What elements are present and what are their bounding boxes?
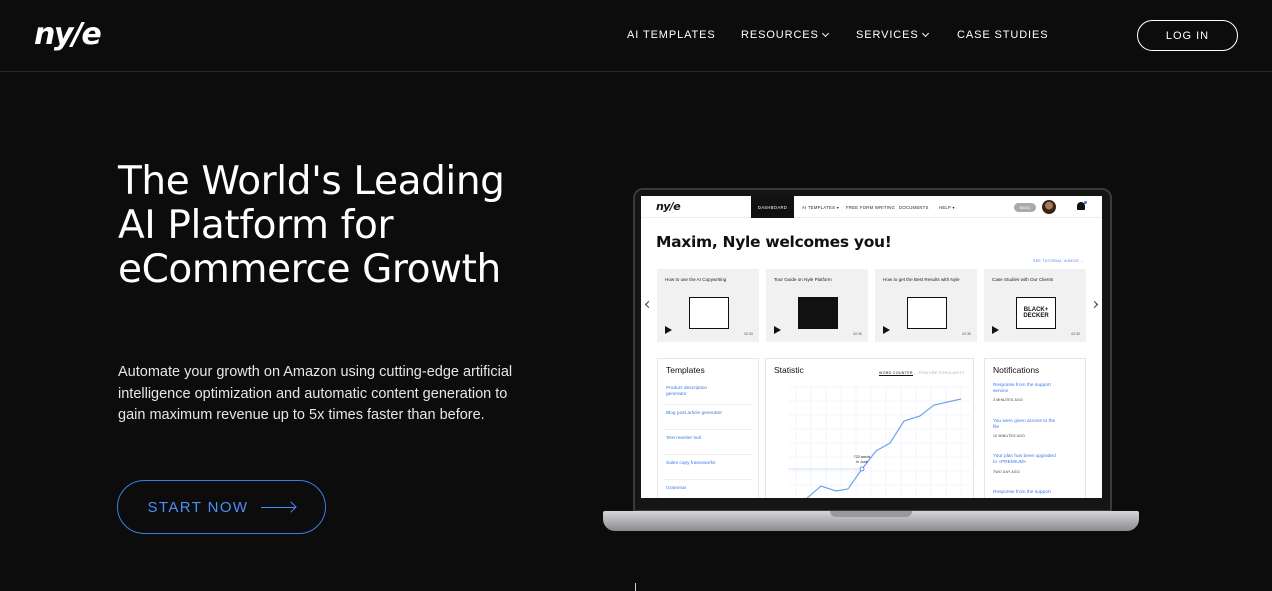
templates-title: Templates (666, 365, 705, 375)
chart-point (859, 466, 865, 472)
notification-item: Response from the support service (993, 383, 1051, 394)
divider (664, 429, 752, 430)
video-card-title: Tour Guide on Nyle Platform (774, 277, 832, 282)
nyle-logo[interactable]: ny/e (34, 18, 102, 52)
video-duration: 02:30 (853, 332, 862, 336)
notification-item: Response from the support (993, 490, 1051, 495)
notification-time: 10 MINUTES AGO (993, 434, 1025, 438)
dashboard-tab-free-form: FREE FORM WRITING (846, 204, 896, 210)
video-duration: 02:30 (1071, 332, 1080, 336)
play-icon (774, 326, 781, 334)
arrow-right-icon (261, 506, 296, 508)
video-card-title: How to use the AI Copywriting (665, 277, 727, 282)
statistic-title: Statistic (774, 365, 804, 375)
template-item: Blog post article generator (666, 411, 722, 416)
video-duration: 02:30 (962, 332, 971, 336)
video-card-title: How to get the Best Results with Nyle (883, 277, 960, 282)
nav-resources-label: RESOURCES (741, 29, 819, 41)
laptop-notch (830, 511, 912, 517)
chevron-left-icon (644, 300, 653, 309)
dashboard-tab-dashboard: DASHBOARD (751, 196, 794, 218)
notification-item: Your plan has been upgraded to «PREMIUM» (993, 454, 1056, 465)
dashboard-nav: ny/e DASHBOARD AI TEMPLATES ▾ FREE FORM … (641, 196, 1102, 218)
nav-resources[interactable]: RESOURCES (741, 29, 829, 41)
nav-services[interactable]: SERVICES (856, 29, 929, 41)
play-icon (665, 326, 672, 334)
video-duration: 02:30 (744, 332, 753, 336)
login-button[interactable]: LOG IN (1137, 20, 1238, 51)
notification-time: TWO DAY AGO (993, 470, 1020, 474)
top-nav-bar: ny/e AI TEMPLATES RESOURCES SERVICES CAS… (0, 0, 1272, 72)
dashboard-tab-ai-templates: AI TEMPLATES ▾ (802, 204, 840, 210)
black-decker-logo: BLACK+ DECKER (1016, 297, 1056, 329)
dashboard-screenshot: ny/e DASHBOARD AI TEMPLATES ▾ FREE FORM … (641, 196, 1102, 498)
templates-panel: Templates Product description generator … (657, 358, 759, 498)
statistic-panel: Statistic WORD COUNTER FEATURE POPULARIT… (765, 358, 974, 498)
chevron-down-icon (821, 29, 829, 37)
video-thumbnail (798, 297, 838, 329)
dashboard-welcome-title: Maxim, Nyle welcomes you! (656, 233, 892, 251)
scroll-indicator (635, 583, 636, 591)
chevron-down-icon (921, 29, 929, 37)
divider (664, 479, 752, 480)
dashboard-tab-help: HELP ▾ (939, 204, 955, 210)
play-icon (883, 326, 890, 334)
template-item: Sales copy frameworks (666, 461, 716, 466)
template-item: Grammar (666, 486, 687, 491)
divider (664, 404, 752, 405)
video-card: How to get the Best Results with Nyle 02… (875, 269, 977, 342)
notifications-panel: Notifications Response from the support … (984, 358, 1086, 498)
video-card-title: Case Studies with Our Clients (992, 277, 1054, 282)
video-card: Tour Guide on Nyle Platform 02:30 (766, 269, 868, 342)
template-item: Product description generator (666, 386, 708, 397)
start-now-label: START NOW (147, 498, 249, 516)
hero-subtitle: Automate your growth on Amazon using cut… (118, 364, 513, 423)
notification-dot (1084, 201, 1087, 204)
nav-ai-templates[interactable]: AI TEMPLATES (627, 29, 716, 41)
notifications-title: Notifications (993, 365, 1040, 375)
video-thumbnail (689, 297, 729, 329)
dashboard-tab-documents: DOCUMENTS (899, 204, 929, 210)
plan-badge: BASIC (1014, 203, 1036, 212)
nav-ai-templates-label: AI TEMPLATES (627, 29, 716, 41)
word-counter-chart (788, 385, 971, 498)
nav-services-label: SERVICES (856, 29, 919, 41)
nav-case-studies[interactable]: CASE STUDIES (957, 29, 1049, 41)
video-card: How to use the AI Copywriting 02:30 (657, 269, 759, 342)
stat-tab-word-counter: WORD COUNTER (879, 371, 913, 376)
chart-tooltip: 722 words in June (853, 455, 871, 464)
video-thumbnail (907, 297, 947, 329)
chevron-right-icon (1090, 300, 1099, 309)
stat-tab-feature-popularity: FEATURE POPULARITY (919, 371, 965, 375)
video-card: Case Studies with Our Clients BLACK+ DEC… (984, 269, 1086, 342)
template-item: Text rewriter tool (666, 436, 702, 441)
divider (664, 454, 752, 455)
dashboard-logo: ny/e (656, 200, 681, 213)
tutorial-link: SEE TUTORIAL VIDEOS → (1033, 259, 1085, 263)
notification-time: 3 MINUTES AGO (993, 398, 1023, 402)
start-now-button[interactable]: START NOW (117, 480, 326, 534)
hero-title: The World's Leading AI Platform for eCom… (118, 159, 505, 292)
notification-item: You were given access to the file (993, 419, 1056, 430)
avatar (1042, 200, 1056, 214)
nav-case-studies-label: CASE STUDIES (957, 29, 1049, 41)
chart-series-line (806, 398, 962, 498)
play-icon (992, 326, 999, 334)
